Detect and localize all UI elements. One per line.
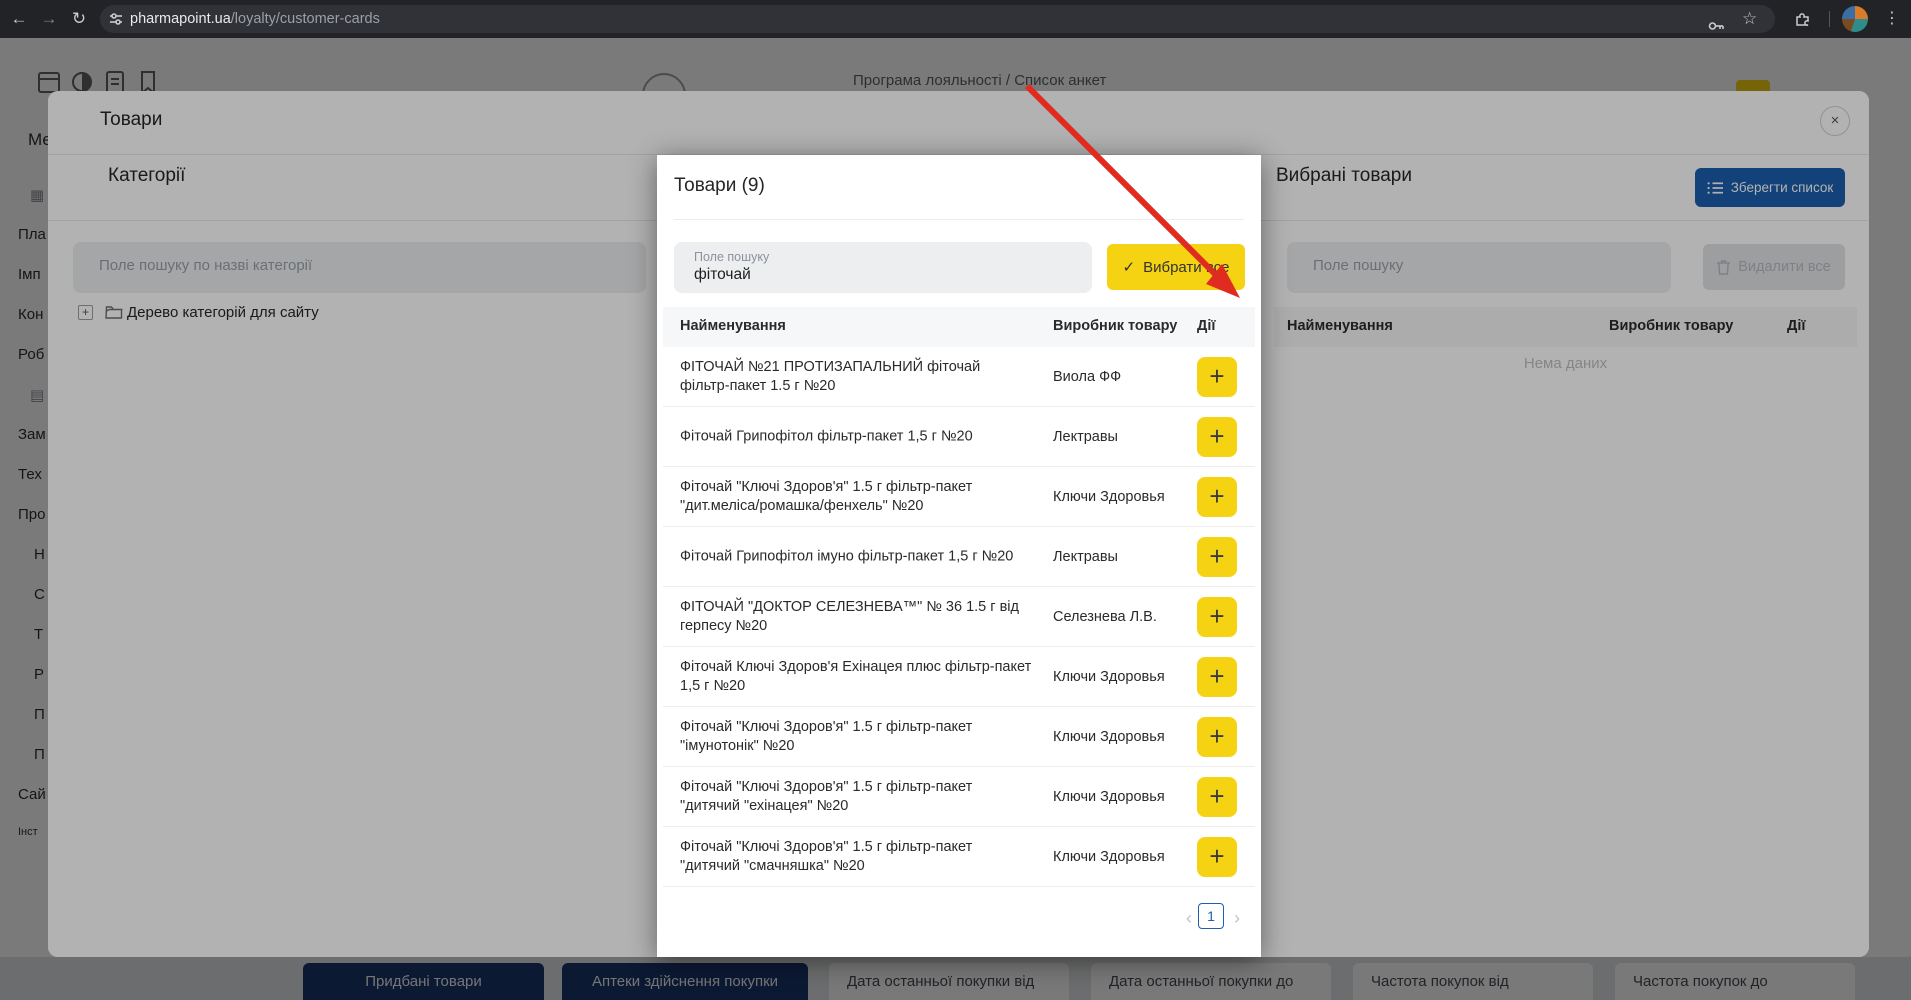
check-icon: ✓: [1123, 258, 1136, 276]
products-col-name: Найменування: [680, 318, 786, 334]
product-manufacturer: Ключи Здоровья: [1053, 729, 1188, 745]
products-search-value: фіточай: [694, 266, 751, 284]
url-domain: pharmapoint.ua: [130, 11, 231, 27]
pagination: ‹ 1 ›: [657, 901, 1261, 941]
product-name: Фіточай "Ключі Здоров'я" 1.5 г фільтр-па…: [680, 718, 1032, 756]
products-col-manufacturer: Виробник товару: [1053, 318, 1177, 334]
site-settings-icon[interactable]: [109, 12, 123, 26]
product-row: Фіточай Грипофітол фільтр-пакет 1,5 г №2…: [663, 407, 1255, 467]
bookmark-star-icon[interactable]: ☆: [1742, 5, 1757, 33]
add-product-button[interactable]: +: [1197, 417, 1237, 457]
product-name: Фіточай "Ключі Здоров'я" 1.5 г фільтр-па…: [680, 478, 1032, 516]
browser-reload-icon[interactable]: ↻: [64, 0, 94, 38]
select-all-label: Вибрати все: [1143, 259, 1229, 276]
product-name: Фіточай Ключі Здоров'я Ехінацея плюс філ…: [680, 658, 1032, 696]
products-search-label: Поле пошуку: [694, 250, 769, 264]
product-name: ФІТОЧАЙ "ДОКТОР СЕЛЕЗНЕВА™" № 36 1.5 г в…: [680, 598, 1032, 636]
url-path: /loyalty/customer-cards: [231, 11, 380, 27]
product-name: Фіточай "Ключі Здоров'я" 1.5 г фільтр-па…: [680, 838, 1032, 876]
add-product-button[interactable]: +: [1197, 537, 1237, 577]
url-text[interactable]: pharmapoint.ua/loyalty/customer-cards: [130, 5, 380, 33]
products-panel: Товари (9) Поле пошуку фіточай ✓ Вибрати…: [657, 155, 1261, 957]
products-title: Товари (9): [674, 175, 765, 197]
product-row: ФІТОЧАЙ "ДОКТОР СЕЛЕЗНЕВА™" № 36 1.5 г в…: [663, 587, 1255, 647]
add-product-button[interactable]: +: [1197, 357, 1237, 397]
add-product-button[interactable]: +: [1197, 657, 1237, 697]
product-row: Фіточай "Ключі Здоров'я" 1.5 г фільтр-па…: [663, 767, 1255, 827]
pagination-prev-icon[interactable]: ‹: [1186, 908, 1192, 929]
product-row: Фіточай Грипофітол імуно фільтр-пакет 1,…: [663, 527, 1255, 587]
toolbar-divider: [1829, 11, 1830, 27]
add-product-button[interactable]: +: [1197, 837, 1237, 877]
products-table-body: ФІТОЧАЙ №21 ПРОТИЗАПАЛЬНИЙ фіточай фільт…: [663, 347, 1255, 887]
product-row: ФІТОЧАЙ №21 ПРОТИЗАПАЛЬНИЙ фіточай фільт…: [663, 347, 1255, 407]
product-row: Фіточай "Ключі Здоров'я" 1.5 г фільтр-па…: [663, 707, 1255, 767]
product-manufacturer: Ключи Здоровья: [1053, 489, 1188, 505]
browser-chrome: ← → ↻ pharmapoint.ua/loyalty/customer-ca…: [0, 0, 1911, 38]
product-row: Фіточай "Ключі Здоров'я" 1.5 г фільтр-па…: [663, 827, 1255, 887]
add-product-button[interactable]: +: [1197, 717, 1237, 757]
url-bar[interactable]: pharmapoint.ua/loyalty/customer-cards ☆: [100, 5, 1775, 33]
add-product-button[interactable]: +: [1197, 597, 1237, 637]
password-key-icon[interactable]: [1708, 12, 1725, 40]
product-name: Фіточай Грипофітол фільтр-пакет 1,5 г №2…: [680, 427, 1032, 446]
products-title-divider: [674, 219, 1244, 220]
products-col-actions: Дії: [1197, 318, 1215, 334]
product-name: ФІТОЧАЙ №21 ПРОТИЗАПАЛЬНИЙ фіточай фільт…: [680, 358, 1032, 396]
product-manufacturer: Ключи Здоровья: [1053, 669, 1188, 685]
pagination-page-1[interactable]: 1: [1198, 903, 1224, 929]
add-product-button[interactable]: +: [1197, 777, 1237, 817]
product-manufacturer: Ключи Здоровья: [1053, 849, 1188, 865]
profile-avatar[interactable]: [1842, 6, 1868, 32]
product-name: Фіточай Грипофітол імуно фільтр-пакет 1,…: [680, 547, 1032, 566]
product-row: Фіточай Ключі Здоров'я Ехінацея плюс філ…: [663, 647, 1255, 707]
browser-back-icon[interactable]: ←: [4, 0, 34, 38]
products-search-input[interactable]: Поле пошуку фіточай: [674, 242, 1092, 293]
add-product-button[interactable]: +: [1197, 477, 1237, 517]
product-name: Фіточай "Ключі Здоров'я" 1.5 г фільтр-па…: [680, 778, 1032, 816]
extensions-icon[interactable]: [1794, 10, 1812, 28]
select-all-button[interactable]: ✓ Вибрати все: [1107, 244, 1245, 290]
product-manufacturer: Лектравы: [1053, 429, 1188, 445]
product-manufacturer: Виола ФФ: [1053, 369, 1188, 385]
pagination-next-icon[interactable]: ›: [1234, 908, 1240, 929]
products-table-header: Найменування Виробник товару Дії: [663, 307, 1255, 347]
product-manufacturer: Селезнева Л.В.: [1053, 609, 1188, 625]
product-manufacturer: Лектравы: [1053, 549, 1188, 565]
browser-forward-icon[interactable]: →: [34, 0, 64, 38]
product-manufacturer: Ключи Здоровья: [1053, 789, 1188, 805]
product-row: Фіточай "Ключі Здоров'я" 1.5 г фільтр-па…: [663, 467, 1255, 527]
browser-menu-icon[interactable]: ⋮: [1877, 0, 1907, 38]
